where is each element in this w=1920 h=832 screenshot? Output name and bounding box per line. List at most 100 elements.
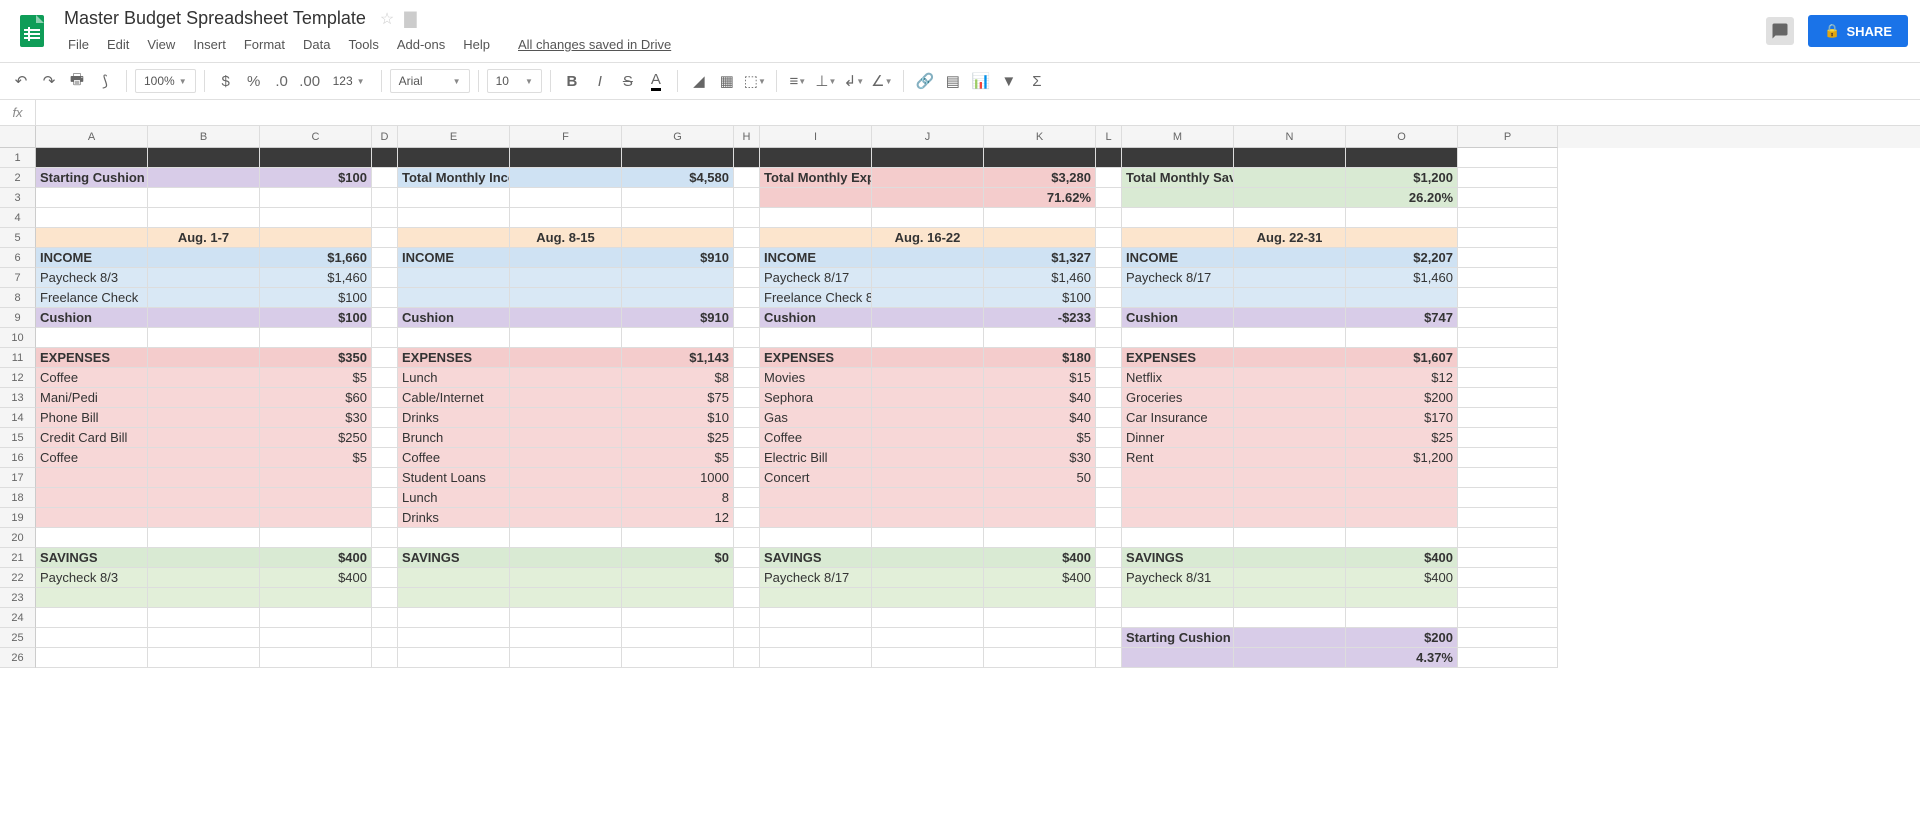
cell[interactable] [1458,368,1558,388]
cell[interactable] [760,628,872,648]
cell[interactable]: $10 [622,408,734,428]
cell[interactable] [734,628,760,648]
fill-color-button[interactable]: ◢ [686,68,712,94]
row-header-24[interactable]: 24 [0,608,36,628]
cell[interactable] [398,268,510,288]
cell[interactable] [1234,308,1346,328]
cell[interactable] [148,448,260,468]
cell[interactable]: 26.20% [1346,188,1458,208]
row-header-8[interactable]: 8 [0,288,36,308]
cell[interactable] [1122,208,1234,228]
cell[interactable]: EXPENSES [36,348,148,368]
cell[interactable] [984,588,1096,608]
cell[interactable] [148,608,260,628]
cell[interactable]: $40 [984,408,1096,428]
cell[interactable]: Phone Bill [36,408,148,428]
cell[interactable] [148,488,260,508]
cell[interactable] [1096,168,1122,188]
cell[interactable] [872,328,984,348]
row-header-21[interactable]: 21 [0,548,36,568]
cell[interactable]: Cushion [36,308,148,328]
cell[interactable] [1122,608,1234,628]
row-header-11[interactable]: 11 [0,348,36,368]
cell[interactable] [372,588,398,608]
cell[interactable] [510,628,622,648]
cell[interactable] [372,648,398,668]
cell[interactable]: Dinner [1122,428,1234,448]
cell[interactable] [622,208,734,228]
row-header-4[interactable]: 4 [0,208,36,228]
cell[interactable] [622,628,734,648]
formula-input[interactable] [36,100,1920,125]
cell[interactable] [1234,208,1346,228]
cell[interactable] [1458,248,1558,268]
cell[interactable] [1458,348,1558,368]
strike-button[interactable]: S [615,68,641,94]
cell[interactable]: $8 [622,368,734,388]
comments-button[interactable] [1766,17,1794,45]
cell[interactable]: Brunch [398,428,510,448]
cell[interactable] [510,148,622,168]
cell[interactable] [1234,628,1346,648]
cell[interactable] [148,408,260,428]
cell[interactable]: Coffee [398,448,510,468]
cell[interactable] [734,208,760,228]
cell[interactable] [1096,528,1122,548]
doc-title[interactable]: Master Budget Spreadsheet Template [60,6,370,31]
cell[interactable]: Drinks [398,408,510,428]
cell[interactable] [984,148,1096,168]
cell[interactable] [1234,588,1346,608]
cell[interactable] [510,468,622,488]
cell[interactable] [36,188,148,208]
cell[interactable] [872,428,984,448]
text-color-button[interactable]: A [643,68,669,94]
cell[interactable] [398,628,510,648]
cell[interactable]: EXPENSES [760,348,872,368]
cell[interactable]: Paycheck 8/17 [1122,268,1234,288]
row-header-9[interactable]: 9 [0,308,36,328]
cell[interactable] [1096,408,1122,428]
cell[interactable] [1096,308,1122,328]
cell[interactable] [1234,168,1346,188]
cell[interactable]: 1000 [622,468,734,488]
cell[interactable] [1096,488,1122,508]
cell[interactable] [984,208,1096,228]
cell[interactable] [1458,208,1558,228]
cell[interactable] [1346,208,1458,228]
cell[interactable]: SAVINGS [36,548,148,568]
cell[interactable] [1346,508,1458,528]
bold-button[interactable]: B [559,68,585,94]
cell[interactable] [148,288,260,308]
cell[interactable] [1458,168,1558,188]
cell[interactable] [148,348,260,368]
cell[interactable] [1096,288,1122,308]
cell[interactable]: $400 [260,548,372,568]
cell[interactable] [398,608,510,628]
cell[interactable] [1096,448,1122,468]
percent-button[interactable]: % [241,68,267,94]
cell[interactable]: Starting Cushion 9/1 [1122,628,1234,648]
cell[interactable] [1346,288,1458,308]
menu-format[interactable]: Format [236,33,293,56]
cell[interactable]: $350 [260,348,372,368]
cell[interactable]: $100 [260,308,372,328]
number-format-select[interactable]: 123▼ [325,70,373,92]
cell[interactable] [1346,488,1458,508]
cell[interactable] [372,428,398,448]
cell[interactable] [760,508,872,528]
cell[interactable] [734,428,760,448]
cell[interactable]: $5 [622,448,734,468]
folder-icon[interactable]: ▇ [404,9,416,29]
wrap-button[interactable]: ↲▼ [841,68,867,94]
cell[interactable] [1122,588,1234,608]
cell[interactable] [510,268,622,288]
cell[interactable] [760,648,872,668]
cell[interactable] [260,628,372,648]
cell[interactable] [1458,608,1558,628]
cell[interactable]: $1,660 [260,248,372,268]
cell[interactable]: $25 [622,428,734,448]
cell[interactable] [372,508,398,528]
cell[interactable] [1458,328,1558,348]
cell[interactable] [398,188,510,208]
cell[interactable] [372,248,398,268]
